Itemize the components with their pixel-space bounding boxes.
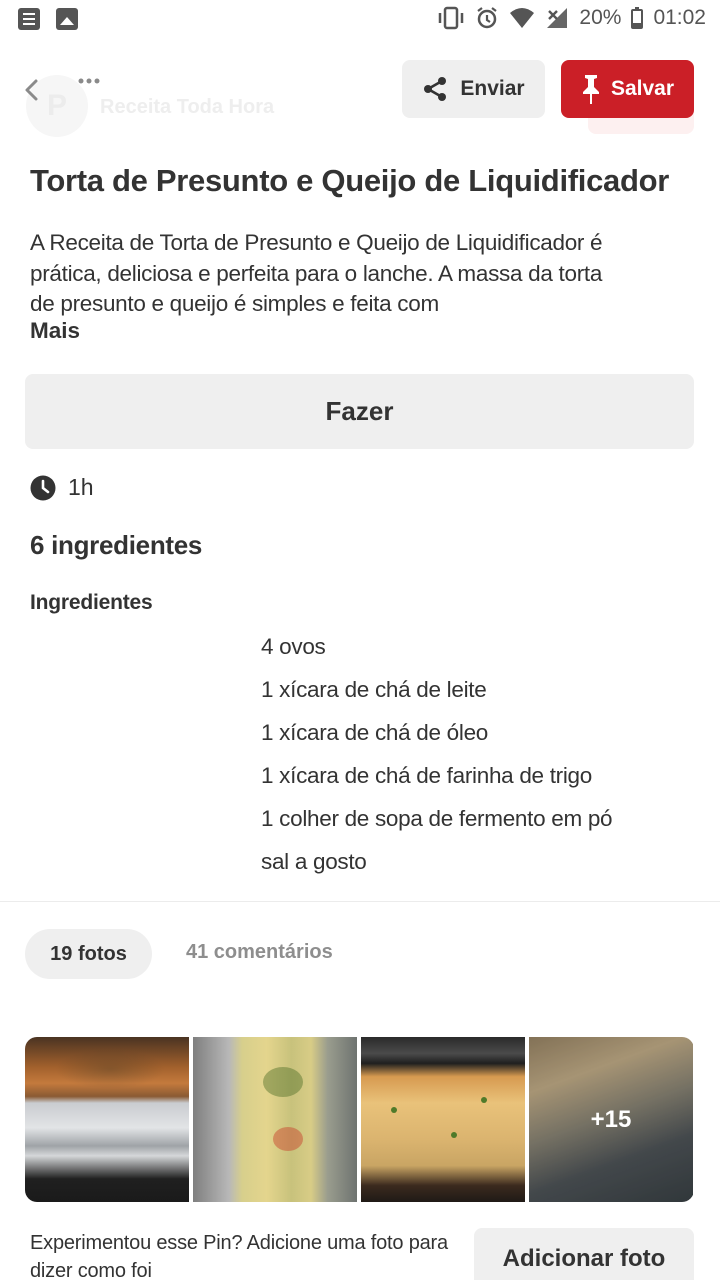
image-icon <box>56 8 78 30</box>
section-divider <box>0 901 720 902</box>
tab-photos[interactable]: 19 fotos <box>25 929 152 979</box>
clock: 01:02 <box>653 6 706 29</box>
profile-initial: P <box>46 89 67 122</box>
user-photo[interactable] <box>193 1037 357 1202</box>
make-button[interactable]: Fazer <box>25 374 694 449</box>
add-photo-button[interactable]: Adicionar foto <box>474 1228 694 1280</box>
ingredient-item: 4 ovos <box>261 634 326 659</box>
ingredient-item: 1 xícara de chá de farinha de trigo <box>261 763 592 788</box>
more-link[interactable]: Mais <box>30 318 80 344</box>
cook-time-value: 1h <box>68 474 94 500</box>
ingredient-item: 1 xícara de chá de óleo <box>261 720 489 745</box>
signal-icon <box>547 8 568 28</box>
share-icon <box>424 77 447 101</box>
add-photo-prompt: Experimentou esse Pin? Adicione uma foto… <box>30 1232 448 1280</box>
alarm-icon <box>477 7 498 29</box>
ingredient-count: 6 ingredientes <box>30 530 203 560</box>
ingredient-item: sal a gosto <box>261 849 367 874</box>
chevron-left-icon[interactable] <box>20 78 44 102</box>
photo-strip: +15 <box>25 1037 694 1202</box>
cook-time: 1h <box>30 474 94 501</box>
user-photo[interactable] <box>25 1037 189 1202</box>
battery-icon <box>631 7 644 29</box>
status-bar: 20% 01:02 <box>0 0 720 40</box>
ingredients-list: 4 ovos 1 xícara de chá de leite 1 xícara… <box>261 630 613 888</box>
send-button[interactable]: Enviar <box>402 60 545 118</box>
ingredient-item: 1 xícara de chá de leite <box>261 677 487 702</box>
battery-percent: 20% <box>579 6 622 29</box>
tab-comments[interactable]: 41 comentários <box>186 941 333 964</box>
vibrate-icon <box>439 6 464 30</box>
ingredients-heading: Ingredientes <box>30 591 153 614</box>
pin-title: Torta de Presunto e Queijo de Liquidific… <box>30 163 670 198</box>
more-photos-count: +15 <box>590 1105 632 1133</box>
wifi-icon <box>510 8 535 28</box>
user-photo-more[interactable]: +15 <box>529 1037 693 1202</box>
notes-icon <box>18 8 40 30</box>
profile-name[interactable]: Receita Toda Hora <box>100 96 274 119</box>
save-button[interactable]: Salvar <box>561 60 694 118</box>
ingredient-item: 1 colher de sopa de fermento em pó <box>261 806 613 831</box>
clock-icon <box>30 475 56 500</box>
send-label: Enviar <box>460 77 525 100</box>
pin-description: A Receita de Torta de Presunto e Queijo … <box>30 230 603 316</box>
header: P Receita Toda Hora Enviar Salvar <box>0 40 720 150</box>
pin-icon <box>582 75 599 104</box>
more-dots-icon[interactable] <box>78 74 100 88</box>
user-photo[interactable] <box>361 1037 525 1202</box>
save-label: Salvar <box>610 77 675 100</box>
